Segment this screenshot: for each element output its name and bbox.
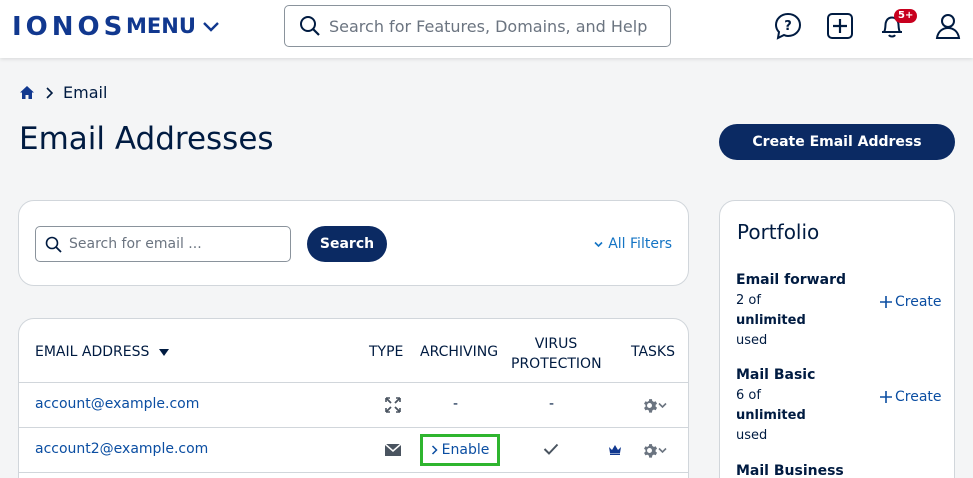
chevron-right-icon [431, 445, 438, 455]
column-header-email[interactable]: EMAIL ADDRESS [35, 344, 170, 360]
chevron-down-icon [658, 447, 667, 453]
search-icon [300, 16, 320, 36]
plus-icon [880, 391, 892, 403]
search-panel: Search All Filters [18, 200, 689, 286]
column-header-archiving: ARCHIVING [420, 344, 499, 360]
page-title: Email Addresses [19, 121, 274, 157]
gear-icon [644, 398, 658, 413]
user-icon[interactable] [933, 11, 963, 41]
archiving-enable-label: Enable [441, 442, 490, 458]
create-email-forward-link[interactable]: Create [880, 294, 942, 310]
chevron-down-icon [658, 402, 667, 408]
breadcrumb-current[interactable]: Email [63, 83, 107, 102]
create-mail-basic-link[interactable]: Create [880, 389, 942, 405]
chevron-down-icon [203, 22, 219, 32]
all-filters-toggle[interactable]: All Filters [594, 236, 672, 252]
create-label: Create [895, 294, 942, 310]
divider [19, 427, 688, 428]
plus-icon [880, 296, 892, 308]
search-button[interactable]: Search [307, 226, 387, 262]
create-label: Create [895, 389, 942, 405]
archiving-enable-link[interactable]: Enable [420, 434, 500, 466]
column-header-virus-line2: PROTECTION [511, 356, 602, 372]
divider [19, 472, 688, 473]
portfolio-item-name: Email forward [736, 272, 846, 288]
search-icon [45, 236, 62, 253]
portfolio-item-suffix: used [736, 428, 768, 443]
breadcrumb: Email [19, 83, 107, 102]
column-header-virus: VIRUS PROTECTION [511, 334, 602, 374]
column-header-type: TYPE [369, 344, 404, 360]
portfolio-item-count: 6 of [736, 388, 761, 403]
home-icon[interactable] [19, 85, 35, 100]
tasks-menu-button[interactable] [637, 396, 671, 414]
portfolio-item-limit: unlimited [736, 313, 806, 328]
portfolio-item-limit: unlimited [736, 408, 806, 423]
all-filters-label: All Filters [608, 236, 672, 252]
column-header-email-label: EMAIL ADDRESS [35, 344, 150, 360]
chevron-right-icon [46, 86, 53, 99]
divider [19, 382, 688, 383]
menu-label: MENU [126, 14, 196, 38]
portfolio-item-count: 2 of [736, 293, 761, 308]
email-address-link[interactable]: account@example.com [35, 396, 199, 412]
add-icon[interactable] [825, 11, 855, 41]
help-icon[interactable]: ? [773, 11, 803, 41]
svg-text:?: ? [784, 19, 792, 34]
email-address-link[interactable]: account2@example.com [35, 441, 208, 457]
portfolio-item-name: Mail Business [736, 463, 844, 478]
tasks-menu-button[interactable] [637, 441, 671, 459]
forward-icon [383, 395, 403, 415]
mail-icon [383, 440, 403, 460]
portfolio-title: Portfolio [737, 220, 820, 244]
virus-status: - [549, 396, 555, 412]
global-search-input[interactable] [329, 16, 659, 36]
email-search-input[interactable] [69, 236, 279, 252]
ionos-logo[interactable]: IONOS [12, 12, 126, 42]
portfolio-panel: Portfolio Email forward 2 of unlimited u… [719, 200, 955, 478]
create-email-button[interactable]: Create Email Address [719, 124, 955, 160]
archiving-status: - [453, 396, 459, 412]
column-header-tasks: TASKS [631, 344, 675, 360]
column-header-virus-line1: VIRUS [534, 336, 578, 352]
chevron-down-icon [594, 241, 603, 247]
top-header: IONOS MENU ? 5+ [0, 0, 973, 58]
portfolio-item-suffix: used [736, 333, 768, 348]
notification-badge: 5+ [894, 9, 918, 23]
check-icon [542, 441, 560, 457]
crown-icon [607, 443, 623, 455]
global-search[interactable] [284, 5, 671, 47]
sort-desc-icon [159, 348, 170, 356]
main-menu-button[interactable]: MENU [126, 14, 220, 38]
portfolio-item-name: Mail Basic [736, 367, 816, 383]
gear-icon [644, 443, 658, 458]
email-table: EMAIL ADDRESS TYPE ARCHIVING VIRUS PROTE… [18, 318, 689, 478]
email-search-field[interactable] [35, 226, 291, 262]
